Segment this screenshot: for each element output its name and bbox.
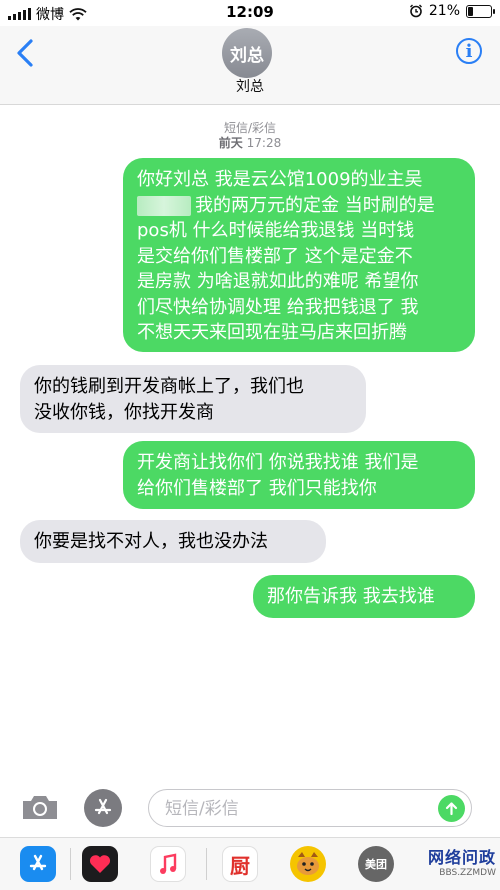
message-line: 是交给你们售楼部了 这个是定金不 <box>137 245 413 267</box>
message-bubble-outgoing[interactable]: 那你告诉我 我去找谁 <box>253 575 475 618</box>
meituan-label: 美团 <box>365 858 387 871</box>
message-bubble-outgoing[interactable]: 开发商让找你们 你说我找谁 我们是 给你们售楼部了 我们只能找你 <box>123 441 475 509</box>
message-line: 你要是找不对人，我也没办法 <box>34 531 268 552</box>
heart-icon <box>89 855 111 873</box>
message-line: 开发商让找你们 你说我找谁 我们是 <box>137 452 419 473</box>
message-line: 给你们售楼部了 我们只能找你 <box>137 477 377 499</box>
contact-name[interactable]: 刘总 <box>0 76 500 96</box>
send-arrow-icon[interactable] <box>438 795 465 822</box>
watermark-text: 网络问政 <box>427 848 496 867</box>
message-line: 是房款 为啥退就如此的难呢 希望你 <box>137 271 419 292</box>
chef-app-glyph: 厨 <box>230 853 250 878</box>
conversation-timestamp: 短信/彩信 前天 17:28 <box>0 121 500 151</box>
back-chevron-icon[interactable] <box>14 38 38 68</box>
battery-percent: 21% <box>428 3 460 19</box>
status-right: 21% <box>409 3 495 19</box>
message-bubble-outgoing[interactable]: 你好刘总 我是云公馆1009的业主吴 我的两万元的定金 当时刷的是 pos机 什… <box>123 158 475 352</box>
alarm-icon <box>409 4 422 18</box>
contact-avatar[interactable]: 刘总 <box>222 28 272 78</box>
app-store-icon[interactable] <box>84 789 122 827</box>
battery-fill <box>468 6 474 16</box>
message-input[interactable] <box>163 796 417 822</box>
timestamp-day: 前天 <box>218 136 243 150</box>
camera-icon[interactable] <box>20 793 60 821</box>
meituan-app-icon[interactable]: 美团 <box>358 846 394 882</box>
message-line: 你的钱刷到开发商帐上了，我们也 <box>34 376 304 397</box>
compose-bar <box>0 775 500 837</box>
conversation-header: 刘总 刘总 i <box>0 26 500 105</box>
battery-icon <box>466 4 495 18</box>
message-line: 不想天天来回现在驻马店来回折腾 <box>137 322 407 343</box>
watermark-subtext: BBS.ZZMDW <box>439 868 496 878</box>
message-line: 我的两万元的定金 当时刷的是 <box>195 194 435 216</box>
timestamp-time: 17:28 <box>246 136 282 150</box>
message-line: 那你告诉我 我去找谁 <box>267 586 435 607</box>
arrow-up-icon <box>445 802 458 816</box>
chef-app-icon[interactable]: 厨 <box>222 846 258 882</box>
message-line: 没收你钱，你找开发商 <box>34 401 214 423</box>
music-note-icon <box>160 853 177 874</box>
message-line-with-redaction: 我的两万元的定金 当时刷的是 <box>137 193 461 219</box>
service-label: 短信/彩信 <box>223 121 277 135</box>
watermark: 网络问政 BBS.ZZMDW <box>428 844 496 878</box>
app-store-glyph-icon <box>29 854 47 871</box>
message-line: 你好刘总 我是云公馆1009的业主吴 <box>137 169 423 190</box>
imessage-app-drawer: 厨 美团 网络问政 BBS.ZZMDW <box>0 837 500 890</box>
digital-touch-heart-icon[interactable] <box>82 846 118 882</box>
drawer-divider <box>206 848 207 880</box>
message-line: pos机 什么时候能给我退钱 当时钱 <box>137 220 415 241</box>
info-icon[interactable]: i <box>456 38 482 64</box>
drawer-divider <box>70 848 71 880</box>
cat-sticker-app-icon[interactable] <box>290 846 326 882</box>
status-bar: 微博 12:09 21% <box>0 0 500 26</box>
cat-face-icon <box>297 852 319 875</box>
redacted-text-blur <box>137 195 191 216</box>
message-line: 们尽快给协调处理 给我把钱退了 我 <box>137 296 419 318</box>
app-store-glyph-icon <box>94 798 112 815</box>
message-bubble-incoming[interactable]: 你的钱刷到开发商帐上了，我们也 没收你钱，你找开发商 <box>20 365 366 433</box>
timestamp-line: 前天 17:28 <box>0 136 500 151</box>
music-app-icon[interactable] <box>150 846 186 882</box>
message-bubble-incoming[interactable]: 你要是找不对人，我也没办法 <box>20 520 326 563</box>
message-input-field[interactable] <box>148 789 472 827</box>
app-store-drawer-icon[interactable] <box>20 846 56 882</box>
